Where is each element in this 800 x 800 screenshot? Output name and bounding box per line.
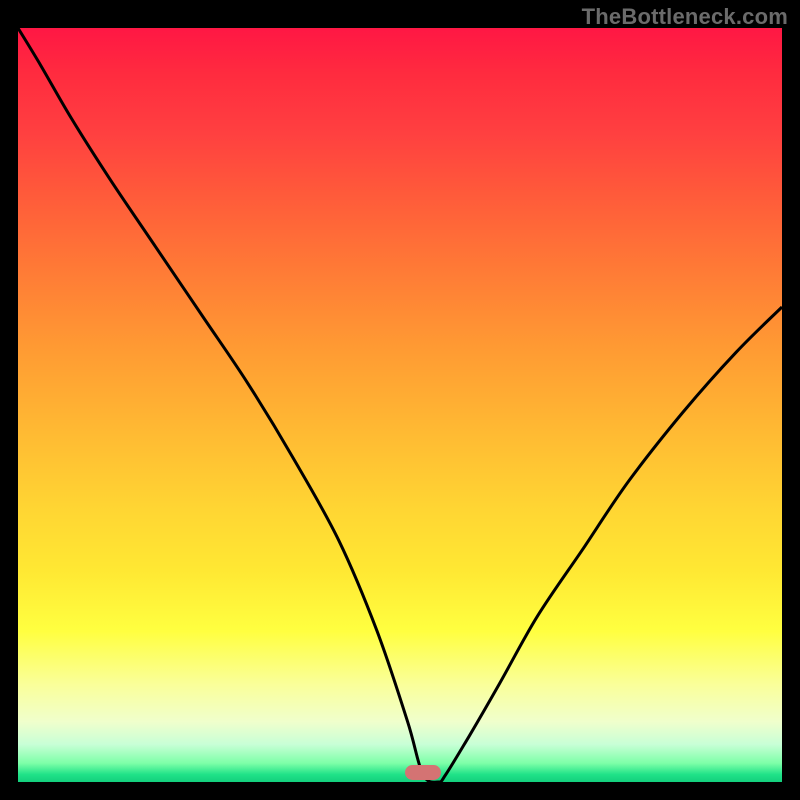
plot-area — [18, 28, 782, 782]
optimum-marker — [405, 765, 441, 780]
chart-container: TheBottleneck.com — [0, 0, 800, 800]
gradient-background — [18, 28, 782, 782]
watermark-label: TheBottleneck.com — [582, 4, 788, 30]
